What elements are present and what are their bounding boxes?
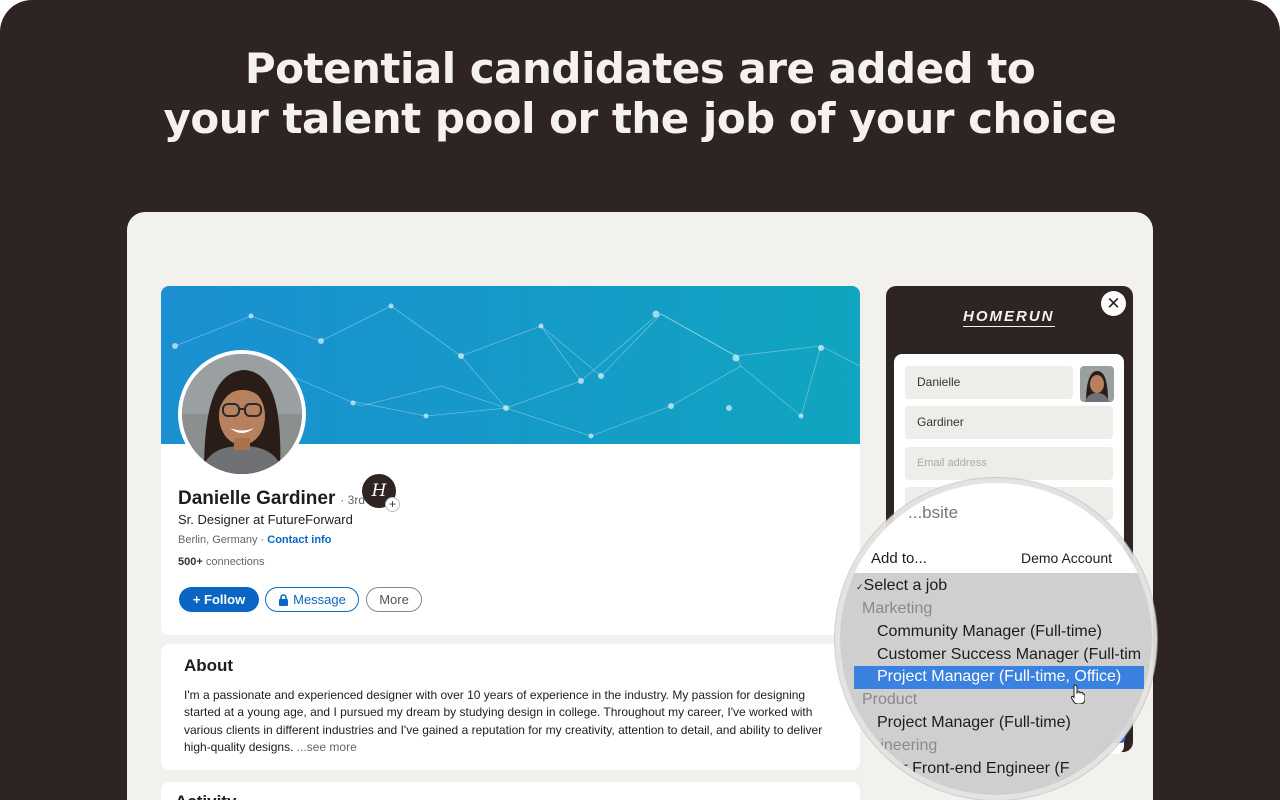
plus-icon: +	[385, 497, 400, 512]
magnified-area: ...bsite Add to... Demo Account ✓Select …	[840, 483, 1152, 795]
more-label: More	[379, 592, 409, 607]
select-prompt-label: Select a job	[863, 577, 948, 594]
profile-avatar[interactable]	[178, 350, 306, 478]
close-icon[interactable]: ✕	[1101, 291, 1126, 316]
dropdown-group-product: Product	[862, 691, 918, 708]
location-separator: ·	[257, 534, 268, 546]
profile-location: Berlin, Germany · Contact info	[178, 534, 331, 546]
website-field[interactable]: ...bsite	[900, 495, 1130, 535]
profile-headline: Sr. Designer at FutureForward	[178, 512, 353, 527]
candidate-photo-thumbnail	[1080, 366, 1114, 402]
headline-line-1: Potential candidates are added to	[244, 44, 1036, 93]
account-selector[interactable]: Demo Account	[1021, 550, 1112, 566]
dropdown-group-marketing: Marketing	[862, 600, 933, 617]
dropdown-option[interactable]: Customer Success Manager (Full-tim	[877, 646, 1141, 664]
activity-card: Activity	[161, 782, 860, 800]
connections-label: connections	[202, 556, 265, 568]
promo-headline: Potential candidates are added to your t…	[0, 44, 1280, 144]
activity-title: Activity	[175, 792, 236, 800]
connections-count: 500+	[178, 556, 203, 568]
more-button[interactable]: More	[366, 587, 422, 612]
email-field[interactable]: Email address	[905, 447, 1113, 480]
check-icon: ✓	[856, 582, 864, 592]
connection-degree: · 3rd	[340, 493, 366, 507]
magnifier-lens: ...bsite Add to... Demo Account ✓Select …	[840, 483, 1152, 795]
add-to-label: Add to...	[871, 550, 927, 567]
homerun-add-badge[interactable]: H +	[362, 474, 400, 512]
profile-name: Danielle Gardiner	[178, 488, 336, 509]
about-card: About I'm a passionate and experienced d…	[161, 644, 860, 770]
homerun-badge-letter: H	[371, 481, 387, 501]
about-body: I'm a passionate and experienced designe…	[184, 688, 823, 755]
contact-info-link[interactable]: Contact info	[267, 534, 331, 546]
follow-button[interactable]: + Follow	[179, 587, 259, 612]
dropdown-option[interactable]: ...r Front-end Engineer (F	[889, 760, 1070, 778]
lock-icon	[279, 593, 289, 606]
last-name-field[interactable]: Gardiner	[905, 406, 1113, 439]
first-name-field[interactable]: Danielle	[905, 366, 1073, 399]
dropdown-group-engineering: ...ineering	[867, 737, 938, 754]
see-more-link[interactable]: ...see more	[293, 740, 357, 754]
dropdown-select-prompt[interactable]: ✓Select a job	[856, 577, 947, 595]
dropdown-option[interactable]: Project Manager (Full-time)	[877, 714, 1071, 732]
profile-name-row: Danielle Gardiner · 3rd	[178, 488, 365, 510]
follow-label: + Follow	[192, 592, 246, 607]
about-text: I'm a passionate and experienced designe…	[184, 687, 844, 757]
hand-cursor-icon	[1071, 684, 1085, 704]
homerun-logo: HOMERUN	[963, 308, 1055, 327]
promo-frame: Potential candidates are added to your t…	[0, 0, 1280, 800]
message-label: Message	[293, 592, 346, 607]
dropdown-option[interactable]: Community Manager (Full-time)	[877, 623, 1102, 641]
message-button[interactable]: Message	[265, 587, 359, 612]
location-text: Berlin, Germany	[178, 534, 258, 546]
about-title: About	[184, 656, 234, 675]
profile-connections: 500+ connections	[178, 556, 265, 568]
headline-line-2: your talent pool or the job of your choi…	[163, 94, 1117, 143]
